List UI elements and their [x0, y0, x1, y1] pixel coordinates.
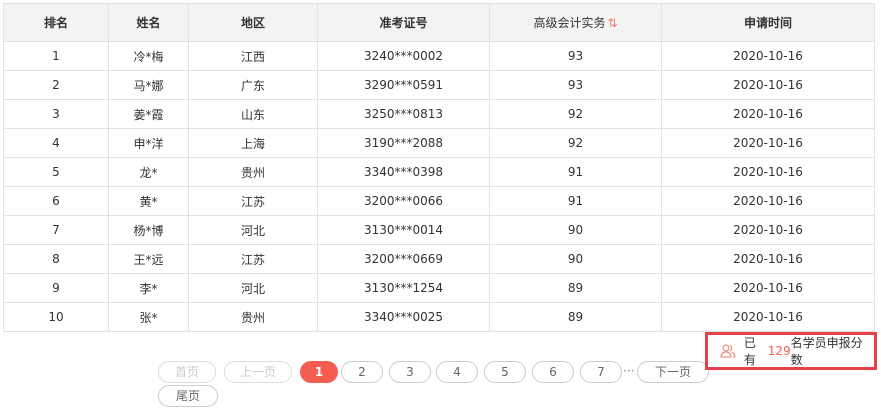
table-header-row: 排名 姓名 地区 准考证号 高级会计实务 ⇅ 申请时间 [3, 3, 875, 42]
table-row: 7 杨*博 河北 3130***0014 90 2020-10-16 [3, 215, 875, 245]
header-name: 姓名 [108, 3, 189, 42]
table-row: 3 姜*霞 山东 3250***0813 92 2020-10-16 [3, 99, 875, 129]
cell-exam-id: 3200***0669 [317, 244, 490, 274]
last-page-button[interactable]: 尾页 [158, 385, 218, 407]
score-table: 排名 姓名 地区 准考证号 高级会计实务 ⇅ 申请时间 1 冷*梅 江西 3240***… [3, 3, 875, 332]
table-row: 4 申*洋 上海 3190***2088 92 2020-10-16 [3, 128, 875, 158]
cell-date: 2020-10-16 [661, 99, 875, 129]
applicant-count: 129 [767, 344, 791, 358]
cell-region: 山东 [188, 99, 318, 129]
cell-rank: 10 [3, 302, 109, 332]
cell-score: 89 [489, 273, 662, 303]
cell-name: 李* [108, 273, 189, 303]
cell-date: 2020-10-16 [661, 302, 875, 332]
cell-date: 2020-10-16 [661, 186, 875, 216]
header-score[interactable]: 高级会计实务 ⇅ [489, 3, 662, 42]
cell-name: 王*远 [108, 244, 189, 274]
cell-date: 2020-10-16 [661, 244, 875, 274]
cell-rank: 8 [3, 244, 109, 274]
pagination-ellipsis: ··· [623, 364, 635, 378]
cell-region: 贵州 [188, 157, 318, 187]
cell-exam-id: 3130***0014 [317, 215, 490, 245]
cell-region: 河北 [188, 273, 318, 303]
table-row: 5 龙* 贵州 3340***0398 91 2020-10-16 [3, 157, 875, 187]
cell-name: 冷*梅 [108, 41, 189, 71]
users-icon [720, 344, 736, 358]
cell-exam-id: 3190***2088 [317, 128, 490, 158]
cell-region: 江西 [188, 41, 318, 71]
sort-arrows-icon[interactable]: ⇅ [607, 16, 617, 30]
page-button-1[interactable]: 1 [300, 361, 338, 383]
page-button-2[interactable]: 2 [341, 361, 383, 383]
notice-suffix: 名学员申报分数 [790, 336, 863, 367]
table-row: 6 黄* 江苏 3200***0066 91 2020-10-16 [3, 186, 875, 216]
cell-name: 申*洋 [108, 128, 189, 158]
cell-rank: 7 [3, 215, 109, 245]
cell-exam-id: 3240***0002 [317, 41, 490, 71]
table-row: 1 冷*梅 江西 3240***0002 93 2020-10-16 [3, 41, 875, 71]
cell-region: 上海 [188, 128, 318, 158]
cell-score: 90 [489, 215, 662, 245]
cell-exam-id: 3340***0398 [317, 157, 490, 187]
cell-date: 2020-10-16 [661, 41, 875, 71]
prev-page-button[interactable]: 上一页 [224, 361, 292, 383]
page-button-3[interactable]: 3 [389, 361, 431, 383]
table-row: 2 马*娜 广东 3290***0591 93 2020-10-16 [3, 70, 875, 100]
header-date: 申请时间 [661, 3, 875, 42]
cell-rank: 6 [3, 186, 109, 216]
cell-score: 90 [489, 244, 662, 274]
page-button-7[interactable]: 7 [580, 361, 622, 383]
cell-score: 92 [489, 99, 662, 129]
cell-score: 92 [489, 128, 662, 158]
header-rank: 排名 [3, 3, 109, 42]
cell-name: 黄* [108, 186, 189, 216]
applicant-count-notice: 已有 129 名学员申报分数 [705, 332, 877, 370]
next-page-button[interactable]: 下一页 [637, 361, 709, 383]
cell-score: 91 [489, 157, 662, 187]
cell-name: 马*娜 [108, 70, 189, 100]
cell-date: 2020-10-16 [661, 70, 875, 100]
cell-name: 姜*霞 [108, 99, 189, 129]
cell-region: 河北 [188, 215, 318, 245]
page-button-4[interactable]: 4 [436, 361, 478, 383]
notice-prefix: 已有 [743, 336, 756, 367]
cell-date: 2020-10-16 [661, 215, 875, 245]
cell-exam-id: 3250***0813 [317, 99, 490, 129]
cell-name: 杨*博 [108, 215, 189, 245]
cell-region: 广东 [188, 70, 318, 100]
header-score-label: 高级会计实务 [533, 16, 606, 30]
cell-name: 张* [108, 302, 189, 332]
cell-region: 江苏 [188, 186, 318, 216]
cell-region: 贵州 [188, 302, 318, 332]
cell-score: 89 [489, 302, 662, 332]
cell-score: 91 [489, 186, 662, 216]
cell-exam-id: 3290***0591 [317, 70, 490, 100]
cell-score: 93 [489, 70, 662, 100]
cell-name: 龙* [108, 157, 189, 187]
header-region: 地区 [188, 3, 318, 42]
table-row: 10 张* 贵州 3340***0025 89 2020-10-16 [3, 302, 875, 332]
cell-rank: 3 [3, 99, 109, 129]
cell-date: 2020-10-16 [661, 157, 875, 187]
cell-region: 江苏 [188, 244, 318, 274]
cell-rank: 5 [3, 157, 109, 187]
table-row: 9 李* 河北 3130***1254 89 2020-10-16 [3, 273, 875, 303]
table-row: 8 王*远 江苏 3200***0669 90 2020-10-16 [3, 244, 875, 274]
page-button-6[interactable]: 6 [532, 361, 574, 383]
cell-exam-id: 3200***0066 [317, 186, 490, 216]
cell-exam-id: 3340***0025 [317, 302, 490, 332]
first-page-button[interactable]: 首页 [158, 361, 216, 383]
cell-rank: 1 [3, 41, 109, 71]
cell-score: 93 [489, 41, 662, 71]
cell-date: 2020-10-16 [661, 128, 875, 158]
cell-rank: 2 [3, 70, 109, 100]
header-exam-id: 准考证号 [317, 3, 490, 42]
cell-rank: 9 [3, 273, 109, 303]
cell-rank: 4 [3, 128, 109, 158]
cell-exam-id: 3130***1254 [317, 273, 490, 303]
page-button-5[interactable]: 5 [484, 361, 526, 383]
cell-date: 2020-10-16 [661, 273, 875, 303]
